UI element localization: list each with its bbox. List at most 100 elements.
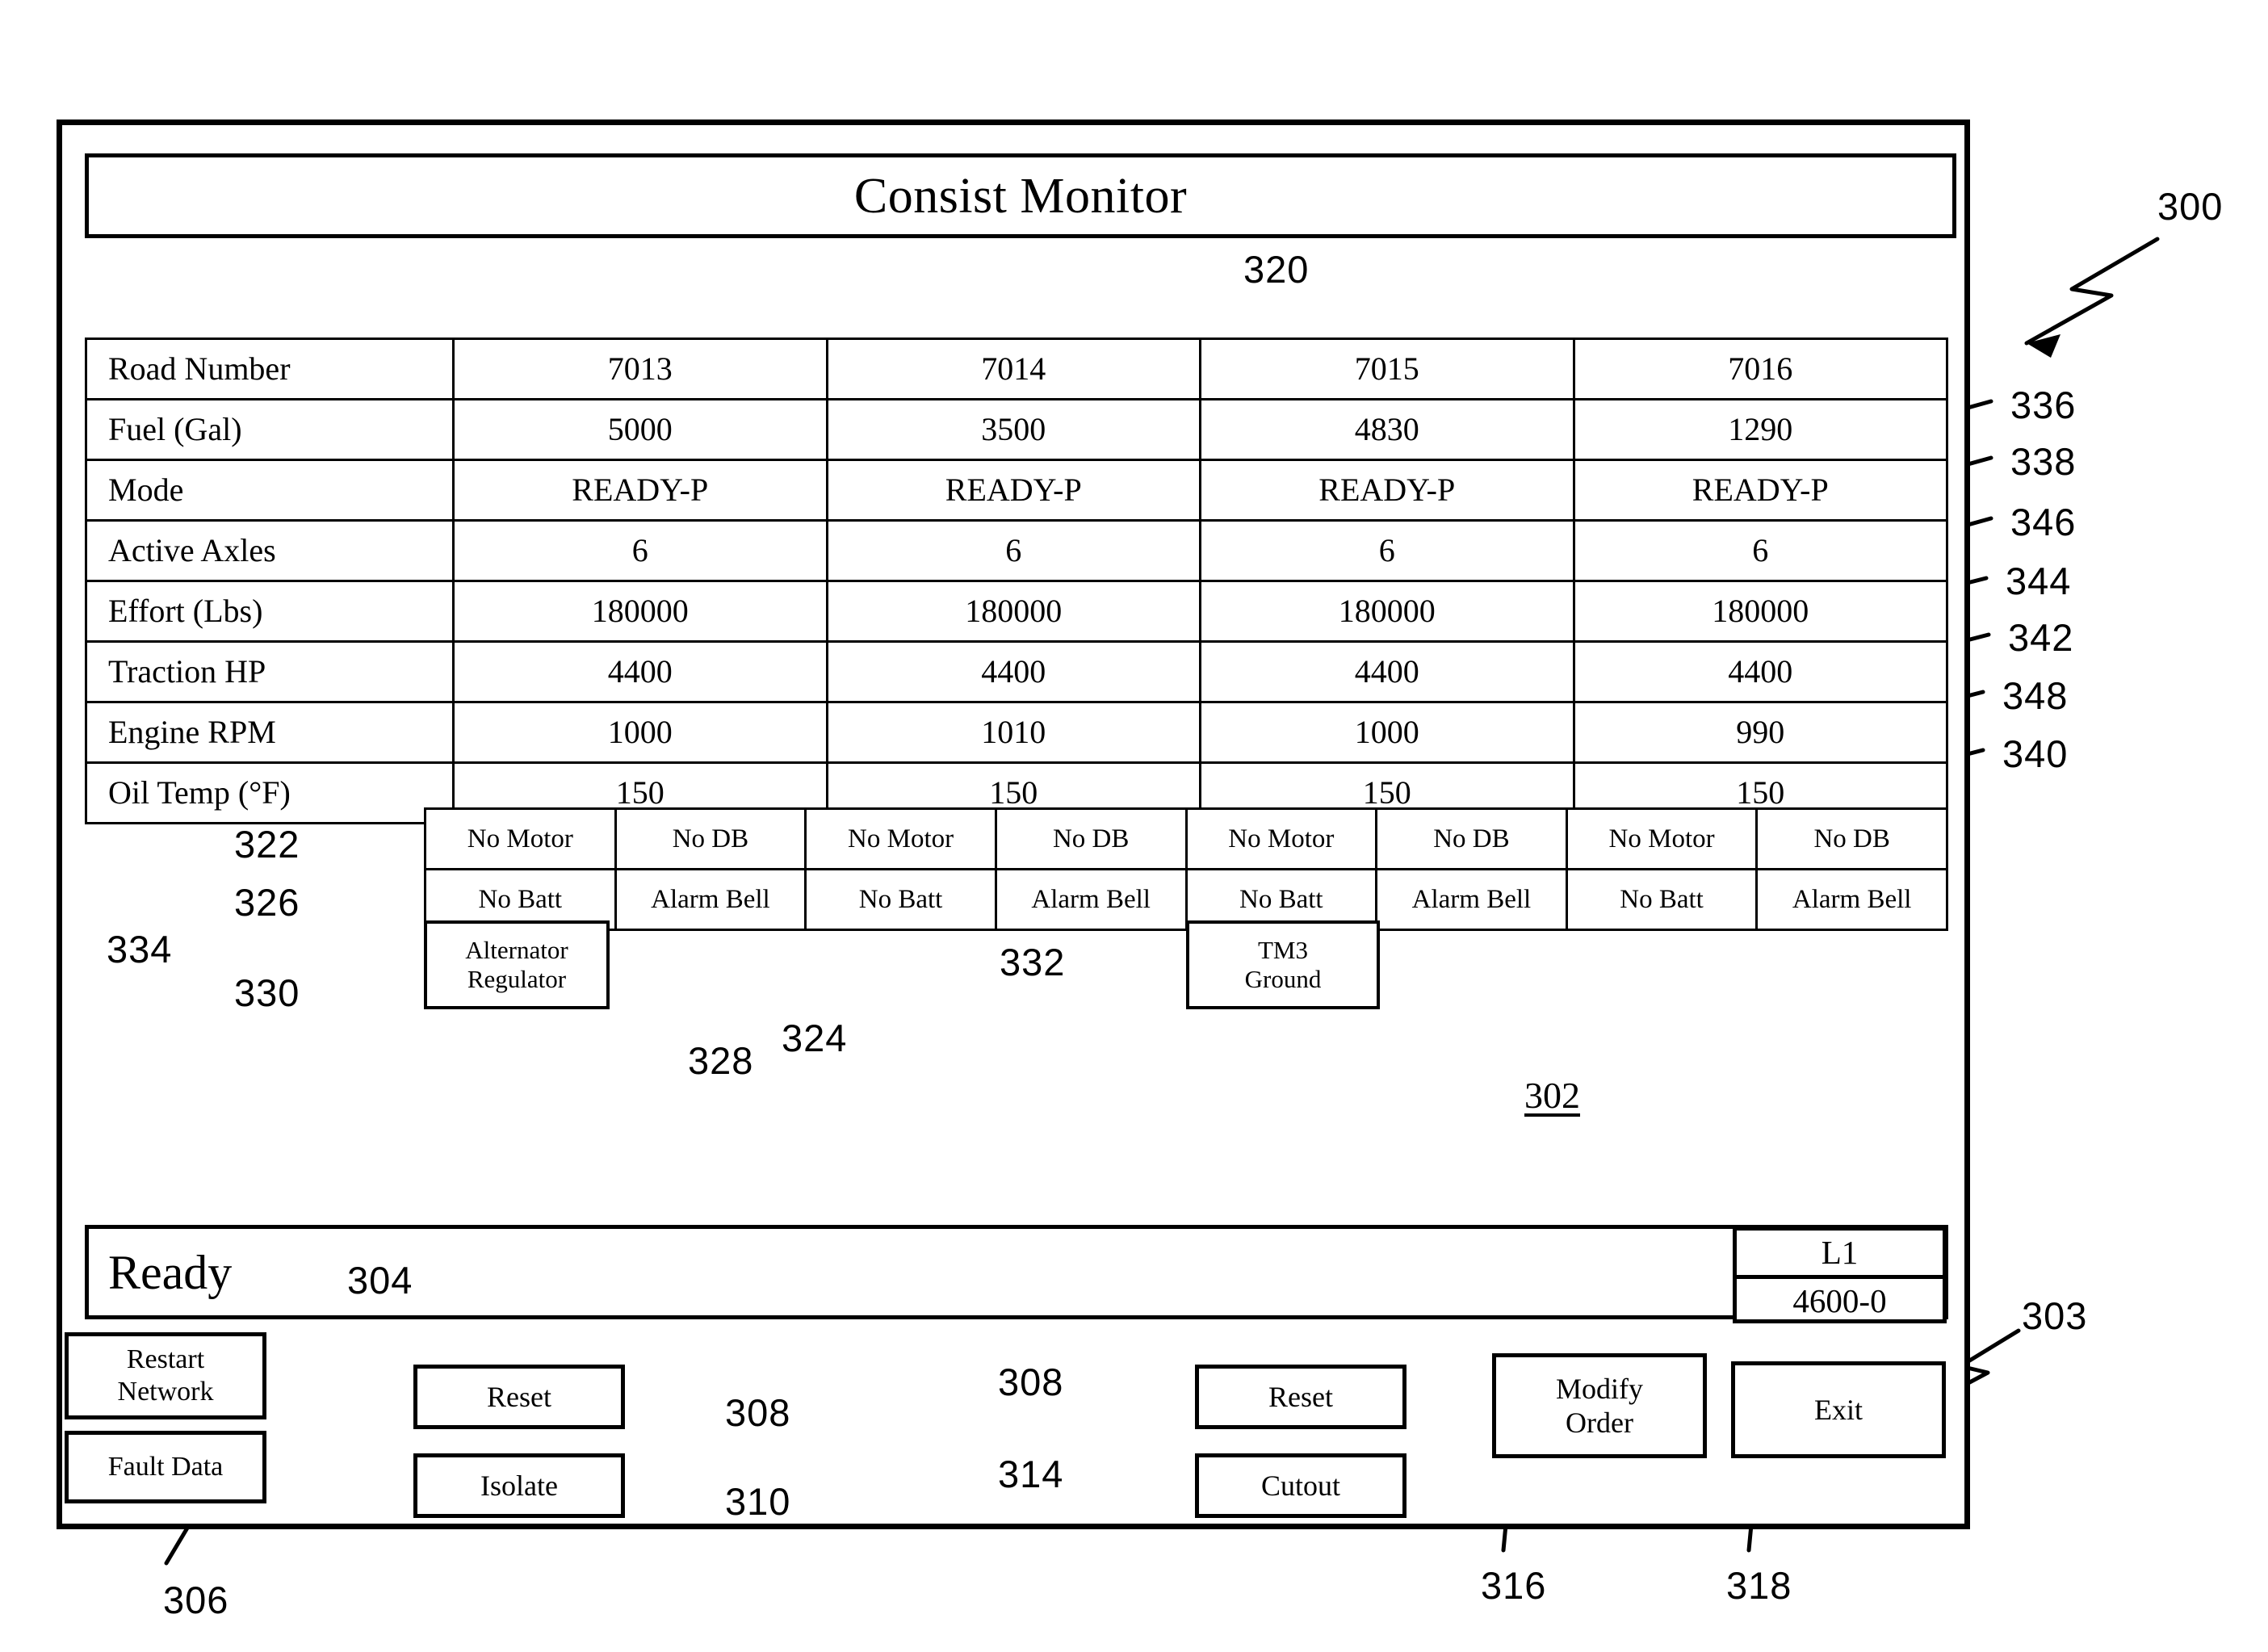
cell-engine-rpm-loco3: 1000: [1199, 701, 1575, 764]
cell-mode-loco3: READY-P: [1199, 459, 1575, 522]
ref-348: 348: [2002, 674, 2069, 717]
ref-342: 342: [2008, 616, 2074, 659]
fault-no-batt-loco2: No Batt: [804, 868, 997, 931]
fault-no-motor-loco4: No Motor: [1565, 807, 1759, 870]
cell-fuel-loco3: 4830: [1199, 398, 1575, 461]
ref-316: 316: [1481, 1564, 1547, 1607]
cell-engine-rpm-loco2: 1010: [825, 701, 1201, 764]
row-label-road-number: Road Number: [85, 338, 455, 400]
cell-traction-hp-loco1: 4400: [452, 640, 828, 703]
ref-306: 306: [163, 1579, 229, 1621]
fault-alternator-regulator-line2: Regulator: [467, 965, 567, 993]
ref-340: 340: [2002, 732, 2069, 775]
ref-326: 326: [234, 881, 300, 924]
ref-303: 303: [2022, 1294, 2088, 1337]
table-row: Effort (Lbs) 180000 180000 180000 180000: [85, 580, 1948, 643]
cell-active-axles-loco4: 6: [1572, 519, 1948, 582]
fault-tm3-ground-line2: Ground: [1244, 965, 1322, 993]
cell-effort-loco1: 180000: [452, 580, 828, 643]
ref-318: 318: [1726, 1564, 1792, 1607]
modify-order-button[interactable]: Modify Order: [1492, 1353, 1707, 1458]
fault-no-motor-loco1: No Motor: [424, 807, 617, 870]
lead-loco-code: 4600-0: [1792, 1282, 1887, 1319]
cutout-label: Cutout: [1260, 1469, 1340, 1502]
reset-button-left[interactable]: Reset: [413, 1365, 625, 1429]
ref-320: 320: [1243, 248, 1310, 291]
cell-road-number-loco1: 7013: [452, 338, 828, 400]
ref-324: 324: [782, 1017, 848, 1059]
reset-right-label: Reset: [1268, 1380, 1333, 1413]
cell-effort-loco3: 180000: [1199, 580, 1575, 643]
cell-road-number-loco2: 7014: [825, 338, 1201, 400]
ref-322: 322: [234, 823, 300, 866]
cell-traction-hp-loco2: 4400: [825, 640, 1201, 703]
fault-no-batt-loco4: No Batt: [1565, 868, 1759, 931]
ref-330: 330: [234, 971, 300, 1014]
table-row: Active Axles 6 6 6 6: [85, 519, 1948, 582]
reset-button-right[interactable]: Reset: [1195, 1365, 1406, 1429]
cell-effort-loco2: 180000: [825, 580, 1201, 643]
row-label-oil-temp: Oil Temp (°F): [85, 761, 455, 824]
fault-alternator-regulator-line1: Alternator: [465, 936, 568, 965]
cell-road-number-loco4: 7016: [1572, 338, 1948, 400]
fault-tm3-ground: TM3 Ground: [1186, 920, 1380, 1009]
modify-order-label-line1: Modify: [1556, 1372, 1643, 1405]
fault-data-label: Fault Data: [107, 1451, 224, 1482]
cell-active-axles-loco1: 6: [452, 519, 828, 582]
restart-network-button[interactable]: Restart Network: [65, 1332, 266, 1419]
isolate-label: Isolate: [480, 1469, 558, 1502]
table-row: Fuel (Gal) 5000 3500 4830 1290: [85, 398, 1948, 461]
fault-no-motor-loco2: No Motor: [804, 807, 997, 870]
fault-no-motor-loco3: No Motor: [1184, 807, 1378, 870]
cutout-button[interactable]: Cutout: [1195, 1453, 1406, 1518]
ref-338: 338: [2010, 440, 2077, 483]
table-row: Mode READY-P READY-P READY-P READY-P: [85, 459, 1948, 522]
cell-traction-hp-loco3: 4400: [1199, 640, 1575, 703]
fault-tm3-ground-line1: TM3: [1258, 936, 1308, 965]
ref-336: 336: [2010, 384, 2077, 426]
status-text: Ready: [108, 1246, 233, 1299]
restart-network-label-line2: Network: [117, 1377, 214, 1407]
exit-button[interactable]: Exit: [1731, 1361, 1946, 1458]
cell-mode-loco1: READY-P: [452, 459, 828, 522]
fault-no-db-loco2: No DB: [994, 807, 1188, 870]
row-label-mode: Mode: [85, 459, 455, 522]
fault-no-db-loco4: No DB: [1755, 807, 1948, 870]
restart-network-label-line1: Restart: [126, 1344, 205, 1374]
row-label-traction-hp: Traction HP: [85, 640, 455, 703]
cell-active-axles-loco3: 6: [1199, 519, 1575, 582]
cell-fuel-loco4: 1290: [1572, 398, 1948, 461]
cell-mode-loco4: READY-P: [1572, 459, 1948, 522]
cell-engine-rpm-loco1: 1000: [452, 701, 828, 764]
cell-effort-loco4: 180000: [1572, 580, 1948, 643]
cell-road-number-loco3: 7015: [1199, 338, 1575, 400]
modify-order-label-line2: Order: [1566, 1407, 1633, 1439]
exit-label: Exit: [1814, 1393, 1863, 1426]
fault-no-db-loco1: No DB: [614, 807, 807, 870]
fault-alternator-regulator: Alternator Regulator: [424, 920, 610, 1009]
cell-traction-hp-loco4: 4400: [1572, 640, 1948, 703]
ref-304: 304: [347, 1259, 413, 1302]
ref-302: 302: [1524, 1075, 1580, 1116]
ref-310: 310: [725, 1480, 791, 1523]
reset-left-label: Reset: [487, 1380, 551, 1413]
row-label-effort: Effort (Lbs): [85, 580, 455, 643]
row-label-engine-rpm: Engine RPM: [85, 701, 455, 764]
title-bar: Consist Monitor: [85, 153, 1956, 238]
page-title: Consist Monitor: [853, 168, 1188, 224]
ref-334: 334: [107, 928, 173, 971]
figure-canvas: Consist Monitor Road Number 7013 7014 70…: [0, 0, 2268, 1652]
consist-parameter-table: Road Number 7013 7014 7015 7016 Fuel (Ga…: [85, 338, 1948, 824]
ref-314: 314: [998, 1453, 1064, 1495]
lead-loco-id: L1: [1737, 1231, 1943, 1279]
fault-alarm-bell-loco1: Alarm Bell: [614, 868, 807, 931]
table-row: Road Number 7013 7014 7015 7016: [85, 338, 1948, 400]
cell-fuel-loco2: 3500: [825, 398, 1201, 461]
fault-row-top: No Motor No DB No Motor No DB No Motor N…: [424, 807, 1948, 870]
isolate-button[interactable]: Isolate: [413, 1453, 625, 1518]
row-label-active-axles: Active Axles: [85, 519, 455, 582]
cell-active-axles-loco2: 6: [825, 519, 1201, 582]
fault-data-button[interactable]: Fault Data: [65, 1431, 266, 1503]
ref-300: 300: [2157, 185, 2224, 228]
ref-328: 328: [688, 1039, 754, 1082]
